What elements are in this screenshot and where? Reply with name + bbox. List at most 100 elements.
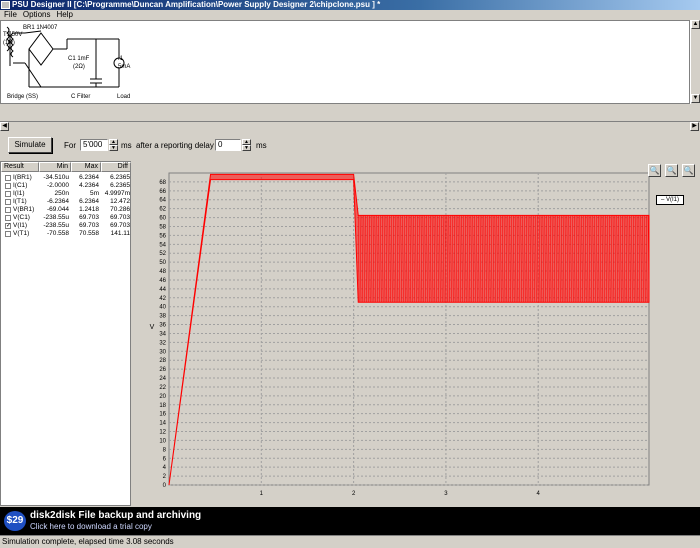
price-badge: $29	[4, 511, 26, 531]
row-max: 69.703	[79, 214, 99, 221]
table-row[interactable]: I(I1) 250n 5m 4.9997m	[1, 190, 131, 198]
schematic-vertical-scrollbar[interactable]: ▲ ▼	[690, 20, 700, 104]
y-tick-label: 14	[159, 421, 166, 427]
duration-input[interactable]: 5'000	[80, 139, 108, 151]
row-diff: 4.9997m	[104, 190, 130, 197]
zoom-reset-icon[interactable]: 🔍	[665, 164, 678, 177]
chart-panel: 0 2 4 6 8 10 12 14 16 18 20 22 24 26 28 30 32 34 36 38 40 42 4…	[134, 161, 700, 506]
column-header-diff[interactable]: Diff	[101, 162, 131, 172]
row-name: V(BR1)	[13, 206, 35, 213]
series-checkbox[interactable]	[5, 191, 11, 197]
series-checkbox[interactable]	[5, 231, 11, 237]
row-max: 4.2364	[79, 182, 99, 189]
menu-bar: File Options Help	[0, 10, 700, 20]
column-header-max[interactable]: Max	[71, 162, 101, 172]
row-min: -238.55u	[43, 222, 69, 229]
row-name: I(T1)	[13, 198, 27, 205]
y-tick-label: 62	[159, 207, 166, 213]
y-tick-label: 28	[159, 358, 166, 364]
series-checkbox[interactable]	[5, 183, 11, 189]
table-row[interactable]: V(C1) -238.55u 69.703 69.703	[1, 214, 131, 222]
table-row[interactable]: V(T1) -70.558 70.558 141.11	[1, 230, 131, 238]
row-diff: 69.703	[110, 214, 130, 221]
series-checkbox[interactable]	[5, 207, 11, 213]
voltage-chart[interactable]: 0246810121416182022242628303234363840424…	[134, 161, 700, 506]
load-value: 5mA	[118, 64, 131, 70]
scroll-down-icon[interactable]: ▼	[691, 94, 700, 103]
simulate-button[interactable]: Simulate	[8, 137, 52, 153]
y-tick-label: 38	[159, 314, 166, 320]
row-min: 250n	[54, 190, 69, 197]
table-row[interactable]: ✓ V(I1) -238.55u 69.703 69.703	[1, 222, 131, 230]
y-tick-label: 12	[159, 430, 166, 436]
ad-headline[interactable]: disk2disk File backup and archiving	[30, 510, 201, 521]
row-diff: 6.2365	[110, 182, 130, 189]
y-tick-label: 40	[159, 305, 166, 311]
schematic-canvas[interactable]: BR1 1N4007 T1 50V (1Ω) C1 1mF (2Ω) I1 5m…	[0, 20, 690, 104]
y-tick-label: 68	[159, 180, 166, 186]
menu-help[interactable]: Help	[53, 10, 75, 20]
table-row[interactable]: V(BR1) -69.044 1.2418 70.286	[1, 206, 131, 214]
column-header-result[interactable]: Result	[1, 162, 39, 172]
table-row[interactable]: I(BR1) -34.510u 6.2364 6.2365	[1, 174, 131, 182]
x-tick-label: 4	[537, 491, 541, 497]
y-tick-label: 48	[159, 269, 166, 275]
menu-file[interactable]: File	[0, 10, 20, 20]
schematic-horizontal-scrollbar[interactable]: ◀ ▶	[0, 121, 700, 131]
row-name: V(I1)	[13, 222, 28, 229]
app-icon	[1, 1, 10, 9]
load-caption: Load	[117, 94, 131, 100]
y-tick-label: 58	[159, 224, 166, 230]
spin-down-icon[interactable]: ▼	[109, 145, 118, 151]
series-checkbox[interactable]: ✓	[5, 223, 11, 229]
series-checkbox[interactable]	[5, 199, 11, 205]
y-axis-label: V	[150, 324, 155, 331]
for-label: For	[64, 141, 76, 150]
scroll-up-icon[interactable]: ▲	[691, 20, 700, 29]
delay-input[interactable]: 0	[215, 139, 241, 151]
table-row[interactable]: I(T1) -6.2364 6.2364 12.472	[1, 198, 131, 206]
rectifier-label: BR1 1N4007	[23, 25, 58, 31]
y-tick-label: 8	[163, 447, 167, 453]
y-tick-label: 50	[159, 260, 166, 266]
zoom-out-icon[interactable]: 🔍	[682, 164, 695, 177]
transformer-resistance: (1Ω)	[3, 40, 15, 46]
y-tick-label: 16	[159, 412, 166, 418]
row-diff: 141.11	[110, 230, 130, 237]
column-header-min[interactable]: Min	[39, 162, 71, 172]
y-tick-label: 2	[163, 474, 167, 480]
row-max: 6.2364	[79, 198, 99, 205]
ad-banner[interactable]: $29 disk2disk File backup and archiving …	[0, 507, 700, 535]
row-min: -34.510u	[43, 174, 69, 181]
row-name: I(I1)	[13, 190, 25, 197]
row-name: I(BR1)	[13, 174, 32, 181]
scroll-left-icon[interactable]: ◀	[0, 122, 9, 131]
duration-spinner[interactable]: ▲ ▼	[109, 139, 118, 151]
scroll-right-icon[interactable]: ▶	[690, 122, 699, 131]
zoom-in-icon[interactable]: 🔍	[648, 164, 661, 177]
table-row[interactable]: I(C1) -2.0000 4.2364 6.2365	[1, 182, 131, 190]
row-name: I(C1)	[13, 182, 28, 189]
y-tick-label: 22	[159, 385, 166, 391]
filter-caption: C Filter	[71, 94, 91, 100]
y-tick-label: 66	[159, 189, 166, 195]
series-checkbox[interactable]	[5, 175, 11, 181]
status-text: Simulation complete, elapsed time 3.08 s…	[2, 537, 174, 546]
series-checkbox[interactable]	[5, 215, 11, 221]
spin-down-icon[interactable]: ▼	[242, 145, 251, 151]
y-tick-label: 6	[163, 456, 167, 462]
ad-download-link[interactable]: Click here to download a trial copy	[30, 522, 152, 531]
y-tick-label: 36	[159, 323, 166, 329]
y-tick-label: 54	[159, 242, 166, 248]
capacitor-label: C1 1mF	[68, 56, 90, 62]
y-tick-label: 4	[163, 465, 167, 471]
row-max: 5m	[89, 190, 99, 197]
y-tick-label: 26	[159, 367, 166, 373]
y-tick-label: 34	[159, 331, 166, 337]
menu-options[interactable]: Options	[20, 10, 54, 20]
y-tick-label: 44	[159, 287, 166, 293]
row-diff: 69.703	[110, 222, 130, 229]
row-diff: 6.2365	[110, 174, 130, 181]
results-table[interactable]: Result Min Max Diff I(BR1) -34.510u 6.2364…	[0, 161, 131, 506]
delay-spinner[interactable]: ▲ ▼	[242, 139, 251, 151]
